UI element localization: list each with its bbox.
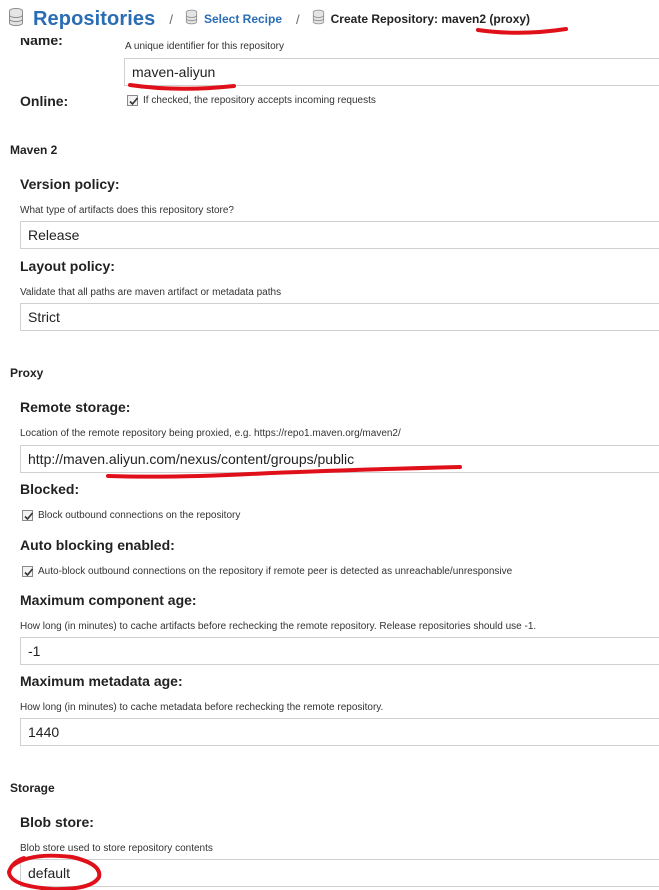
online-label: Online: xyxy=(20,93,69,109)
version-policy-help: What type of artifacts does this reposit… xyxy=(20,205,234,216)
layout-policy-help: Validate that all paths are maven artifa… xyxy=(20,287,282,298)
layout-policy-label: Layout policy: xyxy=(20,258,115,274)
breadcrumb-current-page: Create Repository: maven2 (proxy) xyxy=(331,12,530,26)
max-metadata-age-input[interactable]: 1440 xyxy=(20,718,659,746)
database-icon xyxy=(185,9,198,30)
blocked-label: Blocked: xyxy=(20,481,80,497)
name-help: A unique identifier for this repository xyxy=(125,41,284,52)
database-icon xyxy=(8,7,24,32)
breadcrumb-current-recipe: maven2 (proxy) xyxy=(441,12,531,26)
max-component-age-input[interactable]: -1 xyxy=(20,637,659,665)
proxy-section-title: Proxy xyxy=(10,366,44,380)
breadcrumb: Repositories / Select Recipe / Create Re… xyxy=(0,0,659,38)
repository-form[interactable]: Name: A unique identifier for this repos… xyxy=(0,38,659,890)
max-component-age-help: How long (in minutes) to cache artifacts… xyxy=(20,621,537,632)
max-metadata-age-label: Maximum metadata age: xyxy=(20,673,183,689)
max-component-age-label: Maximum component age: xyxy=(20,592,197,608)
remote-storage-input[interactable]: http://maven.aliyun.com/nexus/content/gr… xyxy=(20,445,659,473)
breadcrumb-select-recipe-link[interactable]: Select Recipe xyxy=(204,12,282,26)
online-checkbox-text: If checked, the repository accepts incom… xyxy=(143,95,376,106)
remote-storage-label: Remote storage: xyxy=(20,399,131,415)
auto-blocking-label: Auto blocking enabled: xyxy=(20,537,175,553)
auto-blocking-checkbox-text: Auto-block outbound connections on the r… xyxy=(38,566,513,577)
checkmark-icon xyxy=(129,97,139,106)
breadcrumb-current-prefix: Create Repository: xyxy=(330,12,442,26)
blocked-checkbox-text: Block outbound connections on the reposi… xyxy=(38,510,241,521)
online-checkbox-row[interactable]: If checked, the repository accepts incom… xyxy=(127,95,376,106)
breadcrumb-repositories-link[interactable]: Repositories xyxy=(33,8,155,31)
online-checkbox[interactable] xyxy=(127,95,139,106)
version-policy-select[interactable]: Release xyxy=(20,221,659,249)
checkmark-icon xyxy=(24,568,34,577)
blocked-checkbox[interactable] xyxy=(22,510,34,521)
layout-policy-select[interactable]: Strict xyxy=(20,303,659,331)
blob-store-label: Blob store: xyxy=(20,814,94,830)
maven2-section-title: Maven 2 xyxy=(10,143,58,157)
auto-blocking-checkbox[interactable] xyxy=(22,566,34,577)
storage-section-title: Storage xyxy=(10,781,55,795)
breadcrumb-separator: / xyxy=(169,11,173,27)
auto-blocking-checkbox-row[interactable]: Auto-block outbound connections on the r… xyxy=(22,566,512,577)
name-input[interactable]: maven-aliyun xyxy=(124,58,659,86)
breadcrumb-separator: / xyxy=(296,11,300,27)
database-icon xyxy=(312,9,325,30)
remote-storage-help: Location of the remote repository being … xyxy=(20,428,401,439)
blocked-checkbox-row[interactable]: Block outbound connections on the reposi… xyxy=(22,510,240,521)
checkmark-icon xyxy=(24,512,34,521)
blob-store-select[interactable]: default xyxy=(20,859,659,887)
name-label: Name: xyxy=(20,38,63,48)
version-policy-label: Version policy: xyxy=(20,176,120,192)
blob-store-help: Blob store used to store repository cont… xyxy=(20,843,213,854)
max-metadata-age-help: How long (in minutes) to cache metadata … xyxy=(20,702,384,713)
